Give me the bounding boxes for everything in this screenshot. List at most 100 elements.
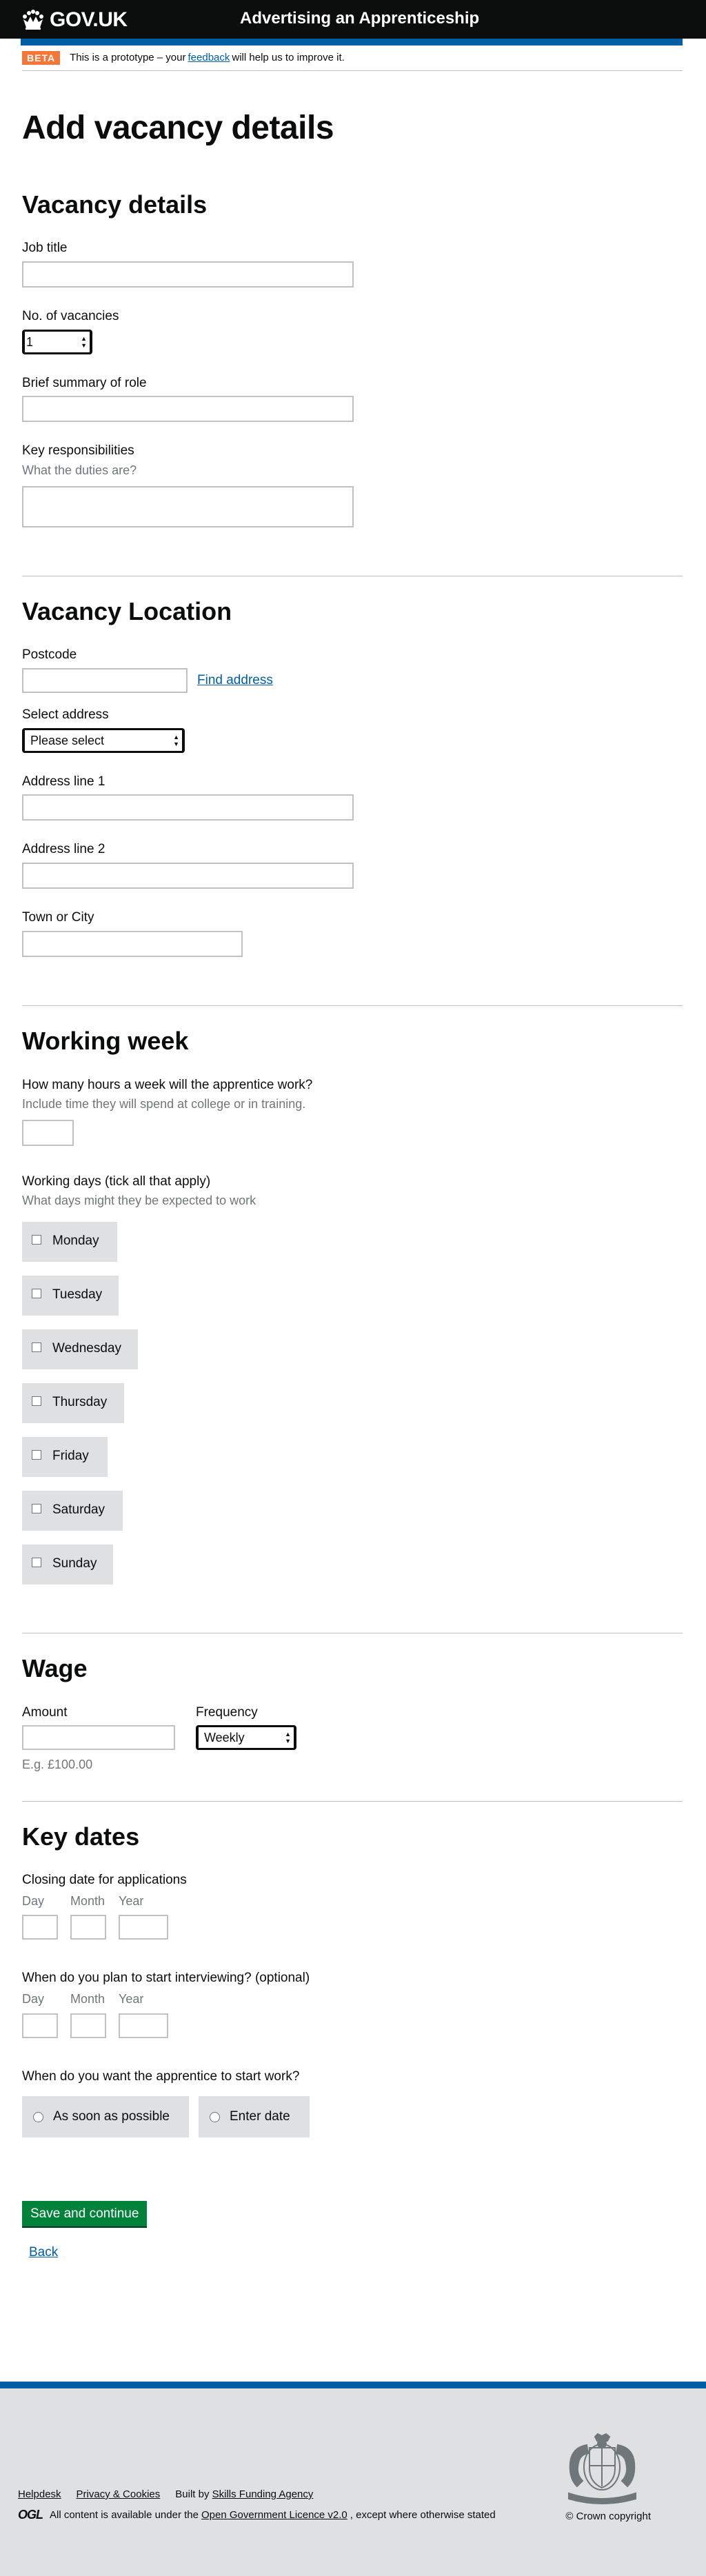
wage-section: Wage Amount E.g. £100.00 Frequency Weekl… [22,1632,683,1776]
day-label: Day [22,1894,45,1909]
year-label: Year [119,1992,144,2006]
vacancy-details-heading: Vacancy details [22,190,208,219]
day-checkbox[interactable]: Wednesday [22,1329,138,1369]
day-checkbox[interactable]: Monday [22,1221,117,1262]
privacy-cookies-link[interactable]: Privacy & Cookies [77,2488,161,2502]
hours-label: How many hours a week will the apprentic… [22,1077,313,1092]
interview-date-label: When do you plan to start interviewing? … [22,1971,310,1986]
job-title-input[interactable] [22,261,354,288]
checkbox-icon[interactable] [32,1288,41,1298]
key-dates-heading: Key dates [22,1822,140,1851]
address-select[interactable]: Please select ▲ ▼ [22,727,185,753]
location-section: Vacancy Location Postcode Find address S… [22,575,683,980]
checkbox-icon[interactable] [32,1342,41,1352]
select-address-label: Select address [22,707,109,722]
closing-year-input[interactable] [119,1915,168,1940]
location-heading: Vacancy Location [22,596,232,625]
responsibilities-textarea[interactable] [22,485,354,527]
frequency-field: Frequency Weekly ▲ ▼ [196,1704,296,1773]
summary-label: Brief summary of role [22,375,147,390]
year-label: Year [119,1894,144,1909]
responsibilities-field: Key responsibilities What the duties are… [22,443,683,527]
ogl-logo: OGL [18,2507,43,2522]
govuk-logo[interactable]: GOV.UK [21,6,128,33]
working-days-field: Working days (tick all that apply) What … [22,1174,683,1584]
vacancy-details-section: Vacancy details Job title No. of vacanci… [22,189,683,551]
find-address-link[interactable]: Find address [197,672,273,690]
main-wrapper: BETA This is a prototype – your feedback… [22,51,683,2264]
built-by-prefix: Built by [175,2488,210,2500]
interview-year-input[interactable] [119,2013,168,2038]
govuk-wordmark: GOV.UK [50,8,128,31]
stepper-arrows-icon[interactable]: ▲ ▼ [81,335,87,349]
crown-copyright-link[interactable]: © Crown copyright [565,2510,651,2524]
day-col: Day [22,1991,58,2038]
amount-input[interactable] [22,1725,175,1751]
frequency-label: Frequency [196,1704,258,1720]
responsibilities-label: Key responsibilities [22,443,134,459]
day-checkbox[interactable]: Tuesday [22,1275,119,1316]
radio-label: Enter date [230,2109,290,2124]
save-continue-button[interactable]: Save and continue [22,2201,148,2227]
licence-text-before: All content is available under the [50,2508,199,2521]
responsibilities-hint: What the duties are? [22,463,137,478]
frequency-select[interactable]: Weekly ▲ ▼ [196,1725,296,1751]
crown-icon [23,9,43,30]
skills-funding-agency-link[interactable]: Skills Funding Agency [212,2488,314,2500]
summary-input[interactable] [22,396,354,423]
checkbox-icon[interactable] [32,1449,41,1460]
month-label: Month [70,1992,105,2006]
working-days-list: Monday Tuesday Wednesday Thursday Friday… [22,1221,683,1584]
ogl-link[interactable]: Open Government Licence v2.0 [201,2508,347,2522]
helpdesk-link[interactable]: Helpdesk [18,2488,61,2502]
town-input[interactable] [22,930,243,957]
interview-month-input[interactable] [70,2013,106,2038]
feedback-link[interactable]: feedback [188,51,230,65]
day-checkbox[interactable]: Saturday [22,1490,123,1531]
closing-date-row: Day Month Year [22,1893,683,1940]
service-name[interactable]: Advertising an Apprenticeship [240,8,479,29]
year-col: Year [119,1991,168,2038]
address2-input[interactable] [22,863,354,889]
day-checkbox[interactable]: Friday [22,1436,108,1477]
checkbox-icon[interactable] [32,1396,41,1406]
closing-day-input[interactable] [22,1915,58,1940]
radio-enter-date[interactable]: Enter date [199,2096,310,2138]
wage-heading: Wage [22,1653,88,1682]
vacancies-stepper[interactable]: 1 ▲ ▼ [22,329,92,354]
licence-text-after: , except where otherwise stated [350,2508,496,2521]
closing-date-field: Closing date for applications Day Month … [22,1872,683,1940]
start-work-field: When do you want the apprentice to start… [22,2069,683,2138]
site-header: GOV.UK Advertising an Apprenticeship [0,0,706,46]
month-label: Month [70,1894,105,1909]
working-days-hint: What days might they be expected to work [22,1194,256,1208]
vacancies-label: No. of vacancies [22,309,119,324]
postcode-input[interactable] [22,668,188,693]
site-footer: Helpdesk Privacy & Cookies Built by Skil… [0,2381,706,2576]
radio-icon[interactable] [33,2111,43,2122]
radio-asap[interactable]: As soon as possible [22,2096,189,2138]
day-checkbox[interactable]: Sunday [22,1544,113,1584]
address1-input[interactable] [22,794,354,821]
checkbox-icon[interactable] [32,1234,41,1245]
checkbox-icon[interactable] [32,1557,41,1567]
header-blue-bar [21,39,683,46]
start-work-options: As soon as possible Enter date [22,2096,683,2138]
closing-month-input[interactable] [70,1915,106,1940]
hours-input[interactable] [22,1119,74,1146]
built-by: Built by Skills Funding Agency [175,2488,313,2502]
interview-date-field: When do you plan to start interviewing? … [22,1970,683,2038]
day-label: Sunday [52,1556,97,1571]
interview-day-input[interactable] [22,2013,58,2038]
radio-label: As soon as possible [53,2109,170,2124]
chevron-updown-icon: ▲ ▼ [285,1731,291,1745]
job-title-field: Job title [22,240,683,288]
checkbox-icon[interactable] [32,1503,41,1513]
start-work-label: When do you want the apprentice to start… [22,2069,300,2084]
radio-icon[interactable] [210,2111,220,2122]
back-link[interactable]: Back [29,2244,683,2262]
day-checkbox[interactable]: Thursday [22,1382,124,1423]
wage-row: Amount E.g. £100.00 Frequency Weekly ▲ ▼ [22,1704,683,1773]
interview-date-row: Day Month Year [22,1991,683,2038]
licence-row: OGL All content is available under the O… [18,2507,496,2523]
